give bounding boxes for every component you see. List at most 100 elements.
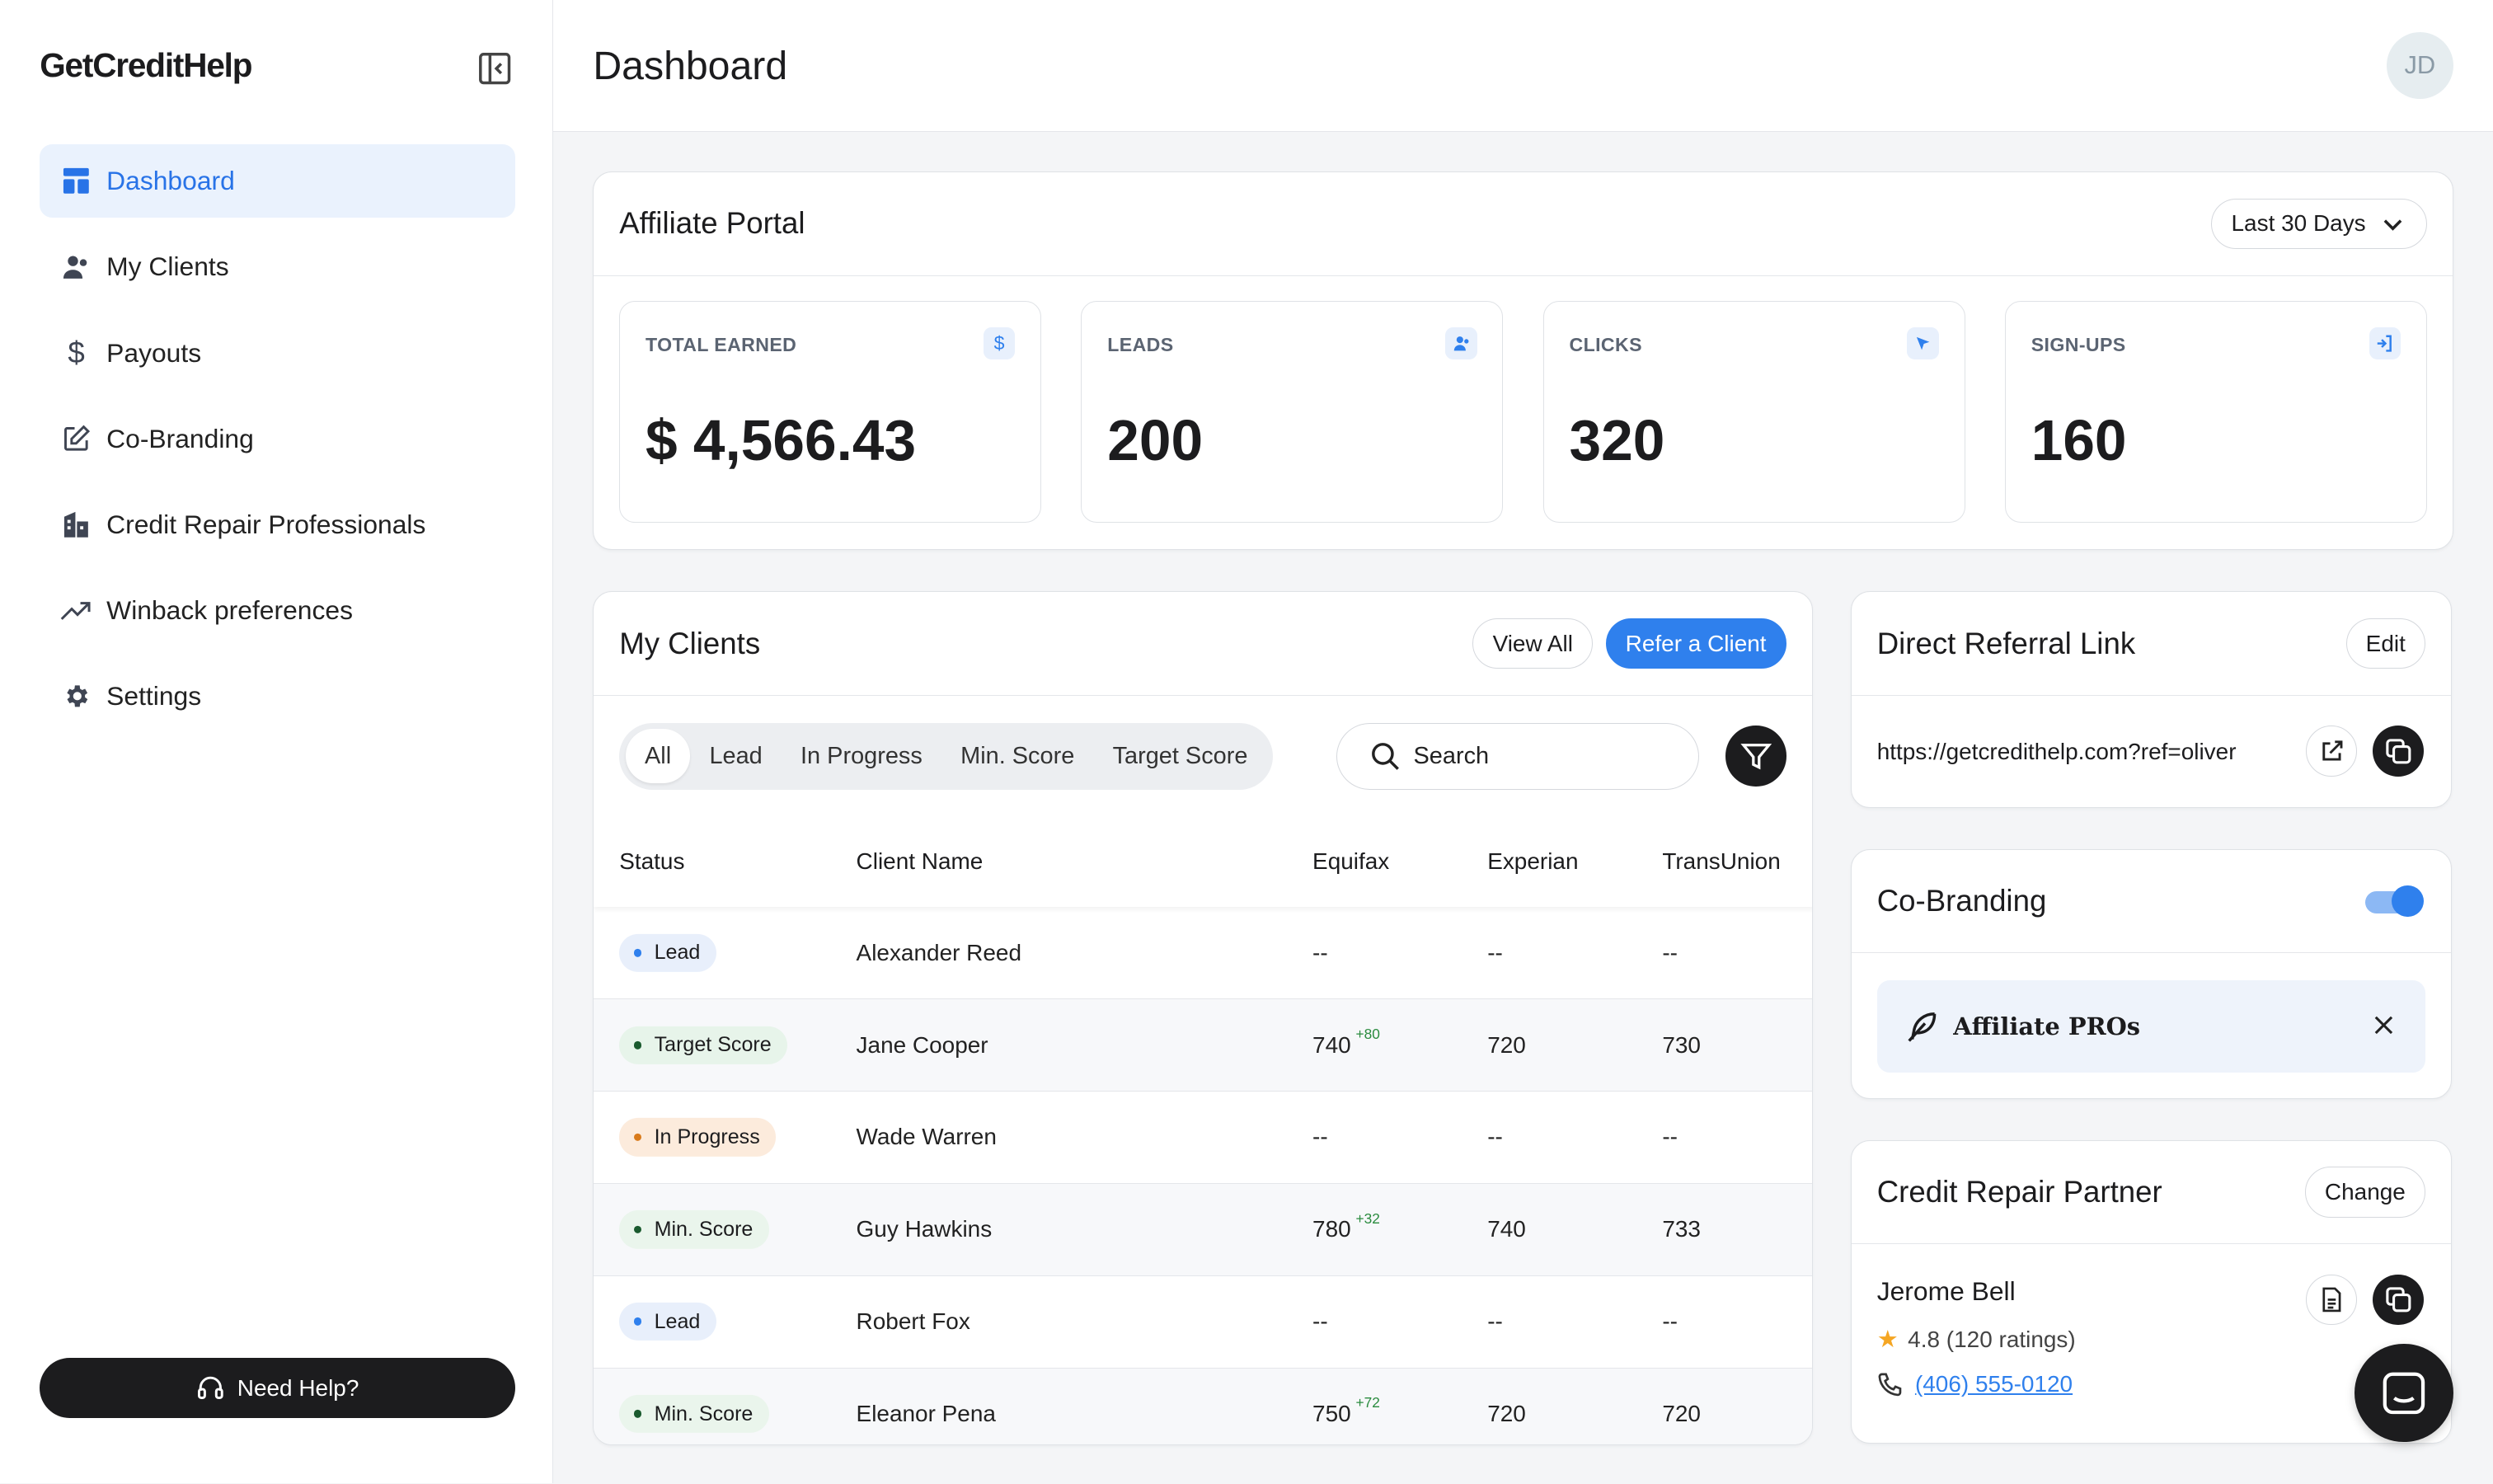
partner-phone: (406) 555-0120	[1877, 1371, 2073, 1397]
chevron-down-icon	[2383, 219, 2402, 231]
client-name: Alexander Reed	[856, 939, 1022, 965]
date-range-label: Last 30 Days	[2231, 210, 2366, 237]
card-title: Credit Repair Partner	[1876, 1174, 2162, 1209]
sidebar-item-label: Payouts	[106, 337, 202, 368]
status-filter-tabs: All Lead In Progress Min. Score Target S…	[619, 722, 1274, 790]
table-row[interactable]: Lead Alexander Reed -- -- --	[594, 907, 1812, 1000]
need-help-button[interactable]: Need Help?	[40, 1357, 515, 1419]
column-header-transunion[interactable]: TransUnion	[1662, 848, 1780, 875]
filter-tab-all[interactable]: All	[625, 729, 691, 783]
sidebar-item-co-branding[interactable]: Co-Branding	[40, 402, 515, 476]
phone-link[interactable]: (406) 555-0120	[1915, 1371, 2073, 1397]
sidebar-item-my-clients[interactable]: My Clients	[40, 231, 515, 304]
headset-icon	[197, 1377, 223, 1400]
sidebar-item-payouts[interactable]: $ Payouts	[40, 317, 515, 390]
filter-tab-in-progress[interactable]: In Progress	[782, 729, 941, 783]
referral-url[interactable]: https://getcredithelp.com?ref=oliver	[1877, 739, 2237, 765]
stat-label: TOTAL EARNED	[646, 334, 797, 356]
close-icon[interactable]	[2371, 1012, 2397, 1038]
filter-button[interactable]	[1725, 726, 1786, 787]
experian-score: 720	[1487, 1031, 1526, 1058]
brand-preview: Affiliate PROs	[1876, 979, 2426, 1073]
table-row[interactable]: Target Score Jane Cooper 740 +80 720 730	[594, 999, 1812, 1092]
transunion-score: --	[1662, 1124, 1678, 1150]
equifax-score: 780 +32	[1312, 1209, 1380, 1242]
status-badge: Lead	[619, 933, 716, 972]
stat-value: $ 4,566.43	[646, 407, 917, 472]
experian-score: 740	[1487, 1216, 1526, 1242]
refer-client-button[interactable]: Refer a Client	[1605, 618, 1786, 669]
view-all-button[interactable]: View All	[1472, 618, 1594, 669]
collapse-sidebar-icon[interactable]	[476, 49, 514, 87]
equifax-score: --	[1312, 1124, 1328, 1150]
transunion-score: 733	[1662, 1216, 1701, 1242]
users-icon	[60, 251, 92, 284]
sidebar: GetCreditHelp Dashboard My Clients $ Pay…	[0, 0, 554, 1484]
column-header-status[interactable]: Status	[619, 848, 684, 875]
chat-button[interactable]	[2354, 1343, 2453, 1443]
search-placeholder: Search	[1413, 742, 1490, 769]
stat-clicks: CLICKS 320	[1542, 301, 1965, 523]
sidebar-item-credit-repair-professionals[interactable]: Credit Repair Professionals	[40, 488, 515, 561]
sidebar-item-settings[interactable]: Settings	[40, 660, 515, 733]
stat-label: SIGN-UPS	[2031, 334, 2126, 356]
sidebar-item-label: My Clients	[106, 251, 229, 282]
sidebar-item-winback-preferences[interactable]: Winback preferences	[40, 574, 515, 647]
filter-tab-target-score[interactable]: Target Score	[1093, 729, 1266, 783]
my-clients-card: My Clients View All Refer a Client All L…	[593, 591, 1813, 1446]
table-header: Status Client Name Equifax Experian Tran…	[594, 831, 1811, 908]
card-header: Direct Referral Link Edit	[1851, 592, 2451, 696]
table-row[interactable]: In Progress Wade Warren -- -- --	[594, 1092, 1812, 1184]
status-badge: Min. Score	[619, 1210, 769, 1249]
client-name: Eleanor Pena	[856, 1400, 996, 1426]
search-icon	[1371, 742, 1399, 770]
page-title: Dashboard	[593, 44, 788, 89]
copy-partner-button[interactable]	[2373, 1274, 2425, 1326]
partner-name: Jerome Bell	[1876, 1275, 2016, 1306]
client-name: Guy Hawkins	[856, 1216, 993, 1242]
stat-total-earned: TOTAL EARNED $ $ 4,566.43	[619, 301, 1042, 523]
date-range-select[interactable]: Last 30 Days	[2211, 198, 2427, 250]
feather-icon	[1907, 1012, 1936, 1042]
avatar[interactable]: JD	[2386, 31, 2453, 99]
filter-row: All Lead In Progress Min. Score Target S…	[619, 722, 1274, 790]
card-title: Affiliate Portal	[619, 206, 805, 241]
sidebar-item-dashboard[interactable]: Dashboard	[40, 144, 515, 218]
edit-referral-button[interactable]: Edit	[2345, 618, 2425, 669]
table-row[interactable]: Min. Score Eleanor Pena 750 +72 720 720	[594, 1368, 1812, 1445]
trending-up-icon	[60, 594, 92, 627]
open-link-button[interactable]	[2306, 726, 2358, 777]
change-partner-button[interactable]: Change	[2304, 1167, 2425, 1218]
stat-value: 200	[1107, 407, 1204, 472]
edit-icon	[60, 423, 92, 455]
copy-link-button[interactable]	[2373, 726, 2425, 777]
search-input[interactable]: Search	[1336, 722, 1699, 790]
column-header-client-name[interactable]: Client Name	[857, 848, 984, 875]
table-row[interactable]: Min. Score Guy Hawkins 780 +32 740 733	[594, 1183, 1812, 1276]
partner-document-button[interactable]	[2306, 1274, 2358, 1326]
copy-icon	[2386, 739, 2411, 764]
sidebar-item-label: Winback preferences	[106, 594, 353, 625]
filter-tab-min-score[interactable]: Min. Score	[941, 729, 1093, 783]
stat-label: LEADS	[1107, 334, 1174, 356]
filter-tab-lead[interactable]: Lead	[690, 729, 782, 783]
referral-link-card: Direct Referral Link Edit https://getcre…	[1850, 591, 2452, 808]
card-header: Affiliate Portal Last 30 Days	[594, 172, 2453, 276]
filter-icon	[1740, 743, 1772, 770]
dollar-icon: $	[983, 327, 1016, 359]
table-row[interactable]: Lead Robert Fox -- -- --	[594, 1276, 1812, 1369]
column-header-equifax[interactable]: Equifax	[1312, 848, 1389, 875]
need-help-label: Need Help?	[237, 1374, 359, 1401]
experian-score: --	[1487, 1124, 1503, 1150]
phone-icon	[1878, 1373, 1901, 1397]
column-header-experian[interactable]: Experian	[1487, 848, 1578, 875]
client-name: Wade Warren	[856, 1124, 997, 1150]
co-branding-toggle[interactable]	[2364, 884, 2425, 918]
document-icon	[2322, 1287, 2341, 1313]
card-header: Co-Branding	[1851, 850, 2451, 954]
experian-score: 720	[1487, 1400, 1526, 1426]
copy-icon	[2386, 1287, 2411, 1313]
cursor-icon	[1907, 327, 1939, 359]
sidebar-item-label: Credit Repair Professionals	[106, 509, 426, 539]
transunion-score: 730	[1662, 1031, 1701, 1058]
